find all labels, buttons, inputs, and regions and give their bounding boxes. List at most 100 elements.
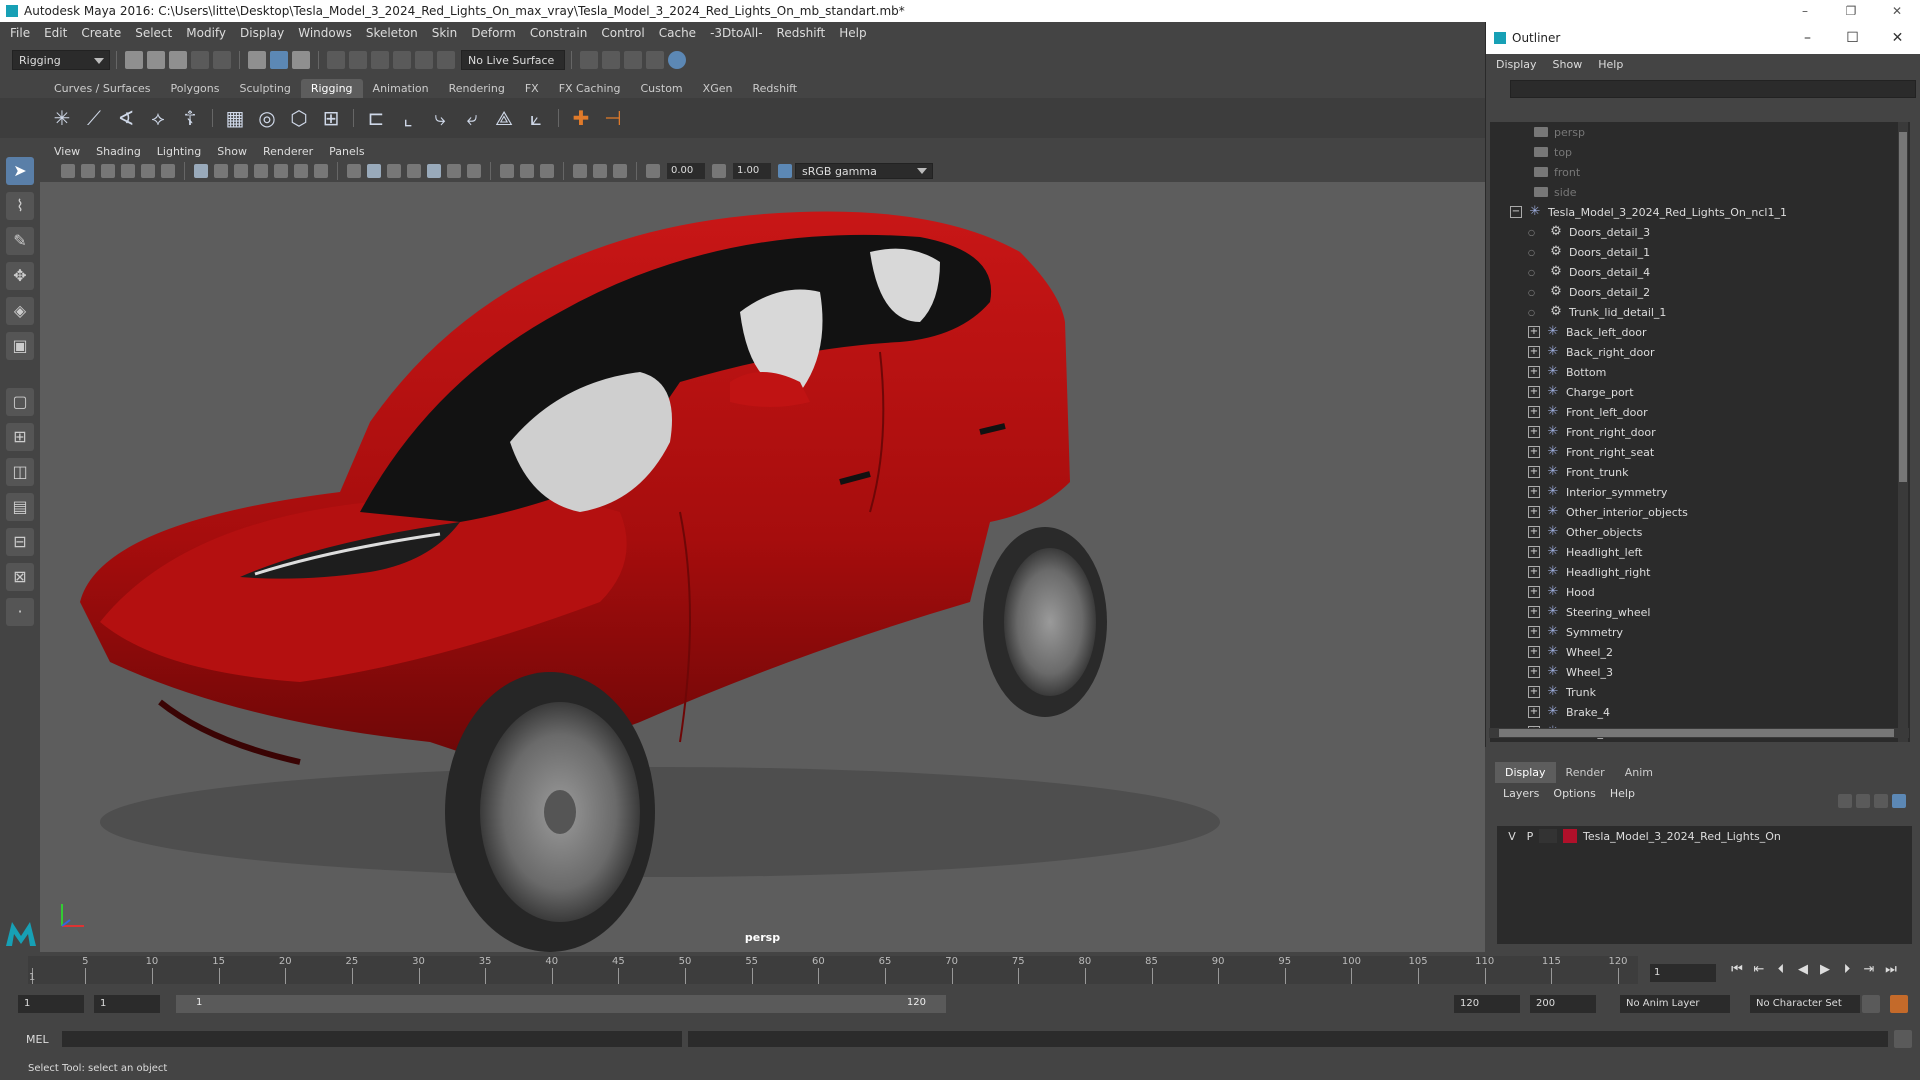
expand-icon[interactable]: + (1528, 406, 1540, 418)
outliner-item-camera-front[interactable]: front (1490, 162, 1910, 182)
layer-menu-options[interactable]: Options (1553, 787, 1595, 800)
2d-pan-zoom-icon[interactable] (141, 164, 155, 178)
xray-joints-icon[interactable] (520, 164, 534, 178)
expand-icon[interactable]: + (1528, 546, 1540, 558)
step-forward-frame-icon[interactable]: ⏵ (1836, 962, 1858, 977)
select-object-icon[interactable] (270, 51, 288, 69)
lasso-tool-icon[interactable]: ⌇ (6, 192, 34, 220)
gate-mask-icon[interactable] (254, 164, 268, 178)
snap-point-icon[interactable] (371, 51, 389, 69)
expand-icon[interactable]: + (1528, 706, 1540, 718)
outliner-item-group[interactable]: + ✳ Wheel_2 (1490, 642, 1910, 662)
animation-end-field[interactable]: 200 (1530, 995, 1596, 1013)
outliner-item-group[interactable]: + ✳ Brake_4 (1490, 702, 1910, 722)
insert-joint-icon[interactable]: ⟡ (146, 106, 170, 130)
expand-icon[interactable]: + (1528, 626, 1540, 638)
viewport-menu-show[interactable]: Show (217, 145, 247, 158)
maximize-button[interactable]: ❐ (1828, 0, 1874, 22)
outliner-item-set[interactable]: ○ ⚙ Doors_detail_2 (1490, 282, 1910, 302)
expand-icon[interactable]: + (1528, 686, 1540, 698)
current-frame-field[interactable]: 1 (1650, 964, 1716, 982)
layer-display-type[interactable] (1539, 829, 1557, 843)
play-backwards-icon[interactable]: ◀ (1792, 962, 1814, 977)
range-bar[interactable]: 1 120 (176, 995, 946, 1013)
wireframe-on-shaded-icon[interactable] (387, 164, 401, 178)
menu-cache[interactable]: Cache (659, 26, 696, 40)
ik-spline-icon[interactable]: ∢ (114, 106, 138, 130)
viewport-menu-panels[interactable]: Panels (329, 145, 364, 158)
shelf-tab-fx-caching[interactable]: FX Caching (549, 79, 631, 98)
shadows-icon[interactable] (447, 164, 461, 178)
render-frame-icon[interactable] (602, 51, 620, 69)
viewport-menu-renderer[interactable]: Renderer (263, 145, 313, 158)
outliner-item-root[interactable]: − ✳ Tesla_Model_3_2024_Red_Lights_On_ncl1_… (1490, 202, 1910, 222)
outliner-menu-help[interactable]: Help (1598, 58, 1623, 71)
outliner-tree[interactable]: persp top front side − ✳ Tesla_Model_3_2024_Re… (1490, 122, 1910, 742)
expand-icon[interactable]: + (1528, 466, 1540, 478)
outliner-menu-show[interactable]: Show (1553, 58, 1583, 71)
redo-icon[interactable] (213, 51, 231, 69)
close-button[interactable]: ✕ (1874, 0, 1920, 22)
open-scene-icon[interactable] (147, 51, 165, 69)
layer-tab-anim[interactable]: Anim (1615, 762, 1663, 783)
save-scene-icon[interactable] (169, 51, 187, 69)
render-settings-icon[interactable] (646, 51, 664, 69)
gamma-field[interactable]: 1.00 (733, 163, 771, 179)
ipr-render-icon[interactable] (624, 51, 642, 69)
command-input[interactable] (62, 1031, 682, 1047)
grease-pencil-icon[interactable] (161, 164, 175, 178)
go-to-start-icon[interactable]: ⏮ (1726, 962, 1748, 977)
exposure-icon[interactable] (646, 164, 660, 178)
expand-icon[interactable]: + (1528, 346, 1540, 358)
expand-icon[interactable]: + (1528, 526, 1540, 538)
viewport-menu-lighting[interactable]: Lighting (157, 145, 201, 158)
make-live-icon[interactable] (437, 51, 455, 69)
menu-skeleton[interactable]: Skeleton (366, 26, 418, 40)
image-plane-icon[interactable] (121, 164, 135, 178)
ik-handle-icon[interactable]: ⟋ (82, 106, 106, 130)
frame-all-icon[interactable] (593, 164, 607, 178)
layer-move-up-icon[interactable] (1838, 794, 1852, 808)
move-tool-icon[interactable]: ✥ (6, 262, 34, 290)
layer-tab-render[interactable]: Render (1556, 762, 1615, 783)
xray-icon[interactable] (500, 164, 514, 178)
wireframe-icon[interactable] (347, 164, 361, 178)
layer-visibility-toggle[interactable]: V (1503, 830, 1521, 843)
expand-icon[interactable]: + (1528, 326, 1540, 338)
outliner-item-group[interactable]: + ✳ Wheel_3 (1490, 662, 1910, 682)
outliner-item-group[interactable]: + ✳ Front_left_door (1490, 402, 1910, 422)
outliner-item-group[interactable]: + ✳ Front_trunk (1490, 462, 1910, 482)
quick-rig-icon[interactable]: ☦ (178, 106, 202, 130)
menu-edit[interactable]: Edit (44, 26, 67, 40)
auto-key-icon[interactable] (1862, 995, 1880, 1013)
backface-culling-icon[interactable] (540, 164, 554, 178)
grid-icon[interactable] (194, 164, 208, 178)
play-forwards-icon[interactable]: ▶ (1814, 962, 1836, 977)
animation-start-field[interactable]: 1 (18, 995, 84, 1013)
layer-tab-display[interactable]: Display (1495, 762, 1556, 783)
playback-end-field[interactable]: 120 (1454, 995, 1520, 1013)
outliner-item-group[interactable]: + ✳ Headlight_right (1490, 562, 1910, 582)
new-layer-from-selection-icon[interactable] (1892, 794, 1906, 808)
paint-select-icon[interactable]: ✎ (6, 227, 34, 255)
new-empty-layer-icon[interactable] (1874, 794, 1888, 808)
color-management-icon[interactable] (778, 164, 792, 178)
layer-menu-layers[interactable]: Layers (1503, 787, 1539, 800)
animation-preferences-icon[interactable] (1890, 995, 1908, 1013)
menu-redshift[interactable]: Redshift (777, 26, 826, 40)
hypershade-icon[interactable] (668, 51, 686, 69)
copy-weights-icon[interactable]: ⟁ (492, 106, 516, 130)
outliner-item-group[interactable]: + ✳ Back_right_door (1490, 342, 1910, 362)
menu-create[interactable]: Create (81, 26, 121, 40)
layer-color-swatch[interactable] (1563, 829, 1577, 843)
exposure-field[interactable]: 0.00 (667, 163, 705, 179)
menu-modify[interactable]: Modify (186, 26, 226, 40)
smooth-shade-icon[interactable] (367, 164, 381, 178)
persp-outliner-layout-icon[interactable]: ▤ (6, 493, 34, 521)
snap-grid-icon[interactable] (327, 51, 345, 69)
wrap-icon[interactable]: ⬡ (287, 106, 311, 130)
menu-help[interactable]: Help (839, 26, 866, 40)
select-component-icon[interactable] (292, 51, 310, 69)
menu-3dtoall[interactable]: -3DtoAll- (710, 26, 762, 40)
paint-weights-icon[interactable]: ⌞ (396, 106, 420, 130)
